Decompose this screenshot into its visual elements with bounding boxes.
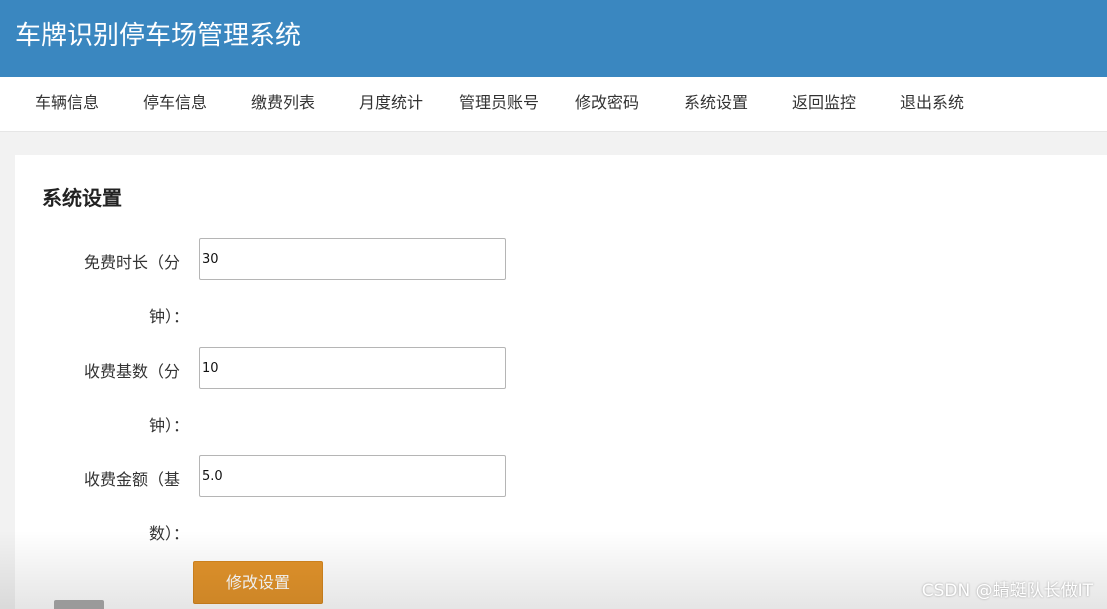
- nav-item-admin-accounts[interactable]: 管理员账号: [459, 77, 539, 129]
- nav-item-back-to-monitor[interactable]: 返回监控: [792, 77, 856, 129]
- page-title: 系统设置: [42, 186, 122, 210]
- save-settings-button[interactable]: 修改设置: [193, 561, 323, 604]
- app-header: 车牌识别停车场管理系统: [0, 0, 1107, 77]
- nav-item-vehicle-info[interactable]: 车辆信息: [35, 77, 99, 129]
- app-title: 车牌识别停车场管理系统: [15, 21, 302, 51]
- free-duration-input[interactable]: [199, 238, 506, 280]
- base-unit-input[interactable]: [199, 347, 506, 389]
- free-duration-label-line2: 钟）：: [149, 307, 190, 326]
- nav-item-payment-list[interactable]: 缴费列表: [251, 77, 315, 129]
- nav-item-monthly-stats[interactable]: 月度统计: [359, 77, 423, 129]
- nav-item-logout[interactable]: 退出系统: [900, 77, 964, 129]
- watermark: CSDN @蜻蜓队长做IT: [921, 581, 1093, 601]
- top-nav: 车辆信息 停车信息 缴费列表 月度统计 管理员账号 修改密码 系统设置 返回监控…: [0, 77, 1107, 132]
- nav-item-parking-info[interactable]: 停车信息: [143, 77, 207, 129]
- settings-panel: 系统设置 免费时长（分 钟）： 收费基数（分 钟）： 收费金额（基 数）： 修改…: [15, 155, 1107, 609]
- base-unit-label-line2: 钟）：: [149, 416, 190, 435]
- fee-amount-label-line2: 数）：: [149, 524, 190, 543]
- base-unit-label-line1: 收费基数（分: [84, 362, 181, 381]
- fee-amount-label-line1: 收费金额（基: [84, 470, 181, 489]
- partial-element-edge: [54, 600, 104, 609]
- nav-item-change-password[interactable]: 修改密码: [575, 77, 639, 129]
- nav-item-system-settings[interactable]: 系统设置: [684, 77, 748, 129]
- free-duration-label-line1: 免费时长（分: [84, 253, 181, 272]
- fee-amount-input[interactable]: [199, 455, 506, 497]
